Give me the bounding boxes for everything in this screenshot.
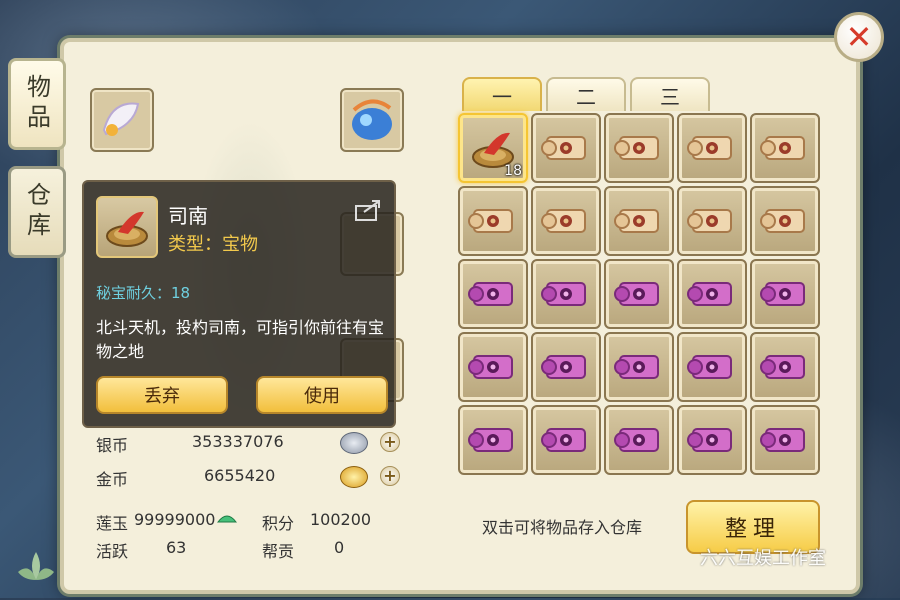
scroll-purple-icon (464, 265, 522, 327)
item-description: 北斗天机，投杓司南，可指引你前往有宝物之地 (96, 318, 385, 361)
inventory-grid: 18 (454, 109, 824, 477)
lianyu-label: 莲玉 (96, 514, 129, 533)
jade-lotus-icon (216, 510, 238, 526)
inventory-slot[interactable] (531, 405, 601, 475)
inventory-slot[interactable] (604, 332, 674, 402)
scroll-beige-icon (610, 192, 668, 254)
close-icon: ✕ (845, 18, 873, 56)
scroll-purple-icon (610, 411, 668, 473)
silver-value: 353337076 (192, 432, 284, 451)
inventory-slot[interactable] (750, 259, 820, 329)
scroll-beige-icon (683, 192, 741, 254)
scroll-beige-icon (537, 192, 595, 254)
bag-tab-1[interactable]: 一 (462, 77, 542, 111)
gold-value: 6655420 (204, 466, 276, 485)
equip-slot-feather[interactable] (90, 88, 154, 152)
gold-coin-icon (340, 466, 368, 488)
scroll-purple-icon (683, 265, 741, 327)
scroll-purple-icon (537, 265, 595, 327)
bag-tab-2[interactable]: 二 (546, 77, 626, 111)
huoyue-label: 活跃 (96, 542, 129, 561)
inventory-slot[interactable] (604, 259, 674, 329)
bag-tab-3[interactable]: 三 (630, 77, 710, 111)
inventory-slot[interactable] (750, 186, 820, 256)
banggong-value: 0 (334, 538, 345, 557)
scroll-beige-icon (464, 192, 522, 254)
inventory-slot[interactable] (677, 186, 747, 256)
scroll-purple-icon (756, 338, 814, 400)
inventory-slot[interactable] (677, 332, 747, 402)
add-silver-button[interactable]: + (380, 432, 400, 452)
inventory-slot[interactable] (458, 405, 528, 475)
equip-slot-crystal[interactable] (340, 88, 404, 152)
feather-fan-icon (102, 102, 140, 136)
huoyue-value: 63 (166, 538, 187, 557)
inventory-slot[interactable] (531, 186, 601, 256)
tab-storage[interactable]: 仓库 (8, 166, 66, 258)
inventory-slot[interactable] (531, 113, 601, 183)
inventory-slot[interactable] (458, 332, 528, 402)
add-gold-button[interactable]: + (380, 466, 400, 486)
inventory-slot[interactable] (677, 405, 747, 475)
scroll-purple-icon (683, 338, 741, 400)
inventory-slot[interactable] (531, 259, 601, 329)
scroll-beige-icon (610, 119, 668, 181)
stack-count: 18 (504, 163, 522, 179)
inventory-slot[interactable]: 18 (458, 113, 528, 183)
scroll-beige-icon (537, 119, 595, 181)
inventory-slot[interactable] (604, 113, 674, 183)
inventory-slot[interactable] (604, 186, 674, 256)
scroll-purple-icon (610, 265, 668, 327)
scroll-beige-icon (683, 119, 741, 181)
inventory-slot[interactable] (677, 259, 747, 329)
scroll-purple-icon (464, 338, 522, 400)
gold-label: 金币 (96, 470, 129, 489)
inventory-slot[interactable] (604, 405, 674, 475)
watermark-text: 六六互娱工作室 (700, 548, 826, 569)
item-name: 司南 (168, 204, 208, 228)
scroll-purple-icon (537, 338, 595, 400)
blue-crystal-icon (352, 99, 392, 140)
scroll-purple-icon (756, 411, 814, 473)
lotus-ornament-icon (18, 552, 54, 580)
close-button[interactable]: ✕ (834, 12, 884, 62)
scroll-beige-icon (756, 119, 814, 181)
item-tooltip: 司南 类型：宝物 秘宝耐久：18 北斗天机，投杓司南，可指引你前往有宝物之地 丢… (82, 180, 396, 428)
item-durability: 秘宝耐久：18 (96, 284, 191, 302)
lianyu-value: 99999000 (134, 510, 216, 529)
discard-button[interactable]: 丢弃 (96, 376, 228, 414)
silver-coin-icon (340, 432, 368, 454)
compass-item-icon (96, 196, 158, 258)
jifen-label: 积分 (262, 514, 295, 533)
storage-hint: 双击可将物品存入仓库 (482, 518, 643, 537)
scroll-purple-icon (756, 265, 814, 327)
scroll-purple-icon (683, 411, 741, 473)
banggong-label: 帮贡 (262, 542, 295, 561)
inventory-slot[interactable] (750, 405, 820, 475)
watermark-logo (832, 552, 892, 600)
scroll-purple-icon (610, 338, 668, 400)
item-type: 类型：宝物 (168, 234, 258, 255)
inventory-slot[interactable] (677, 113, 747, 183)
use-button[interactable]: 使用 (256, 376, 388, 414)
scroll-purple-icon (464, 411, 522, 473)
jifen-value: 100200 (310, 510, 372, 529)
inventory-slot[interactable] (458, 186, 528, 256)
scroll-beige-icon (756, 192, 814, 254)
share-icon[interactable] (354, 198, 382, 222)
inventory-slot[interactable] (458, 259, 528, 329)
inventory-slot[interactable] (750, 113, 820, 183)
scroll-purple-icon (537, 411, 595, 473)
inventory-slot[interactable] (750, 332, 820, 402)
inventory-slot[interactable] (531, 332, 601, 402)
silver-label: 银币 (96, 436, 129, 455)
tab-items[interactable]: 物品 (8, 58, 66, 150)
